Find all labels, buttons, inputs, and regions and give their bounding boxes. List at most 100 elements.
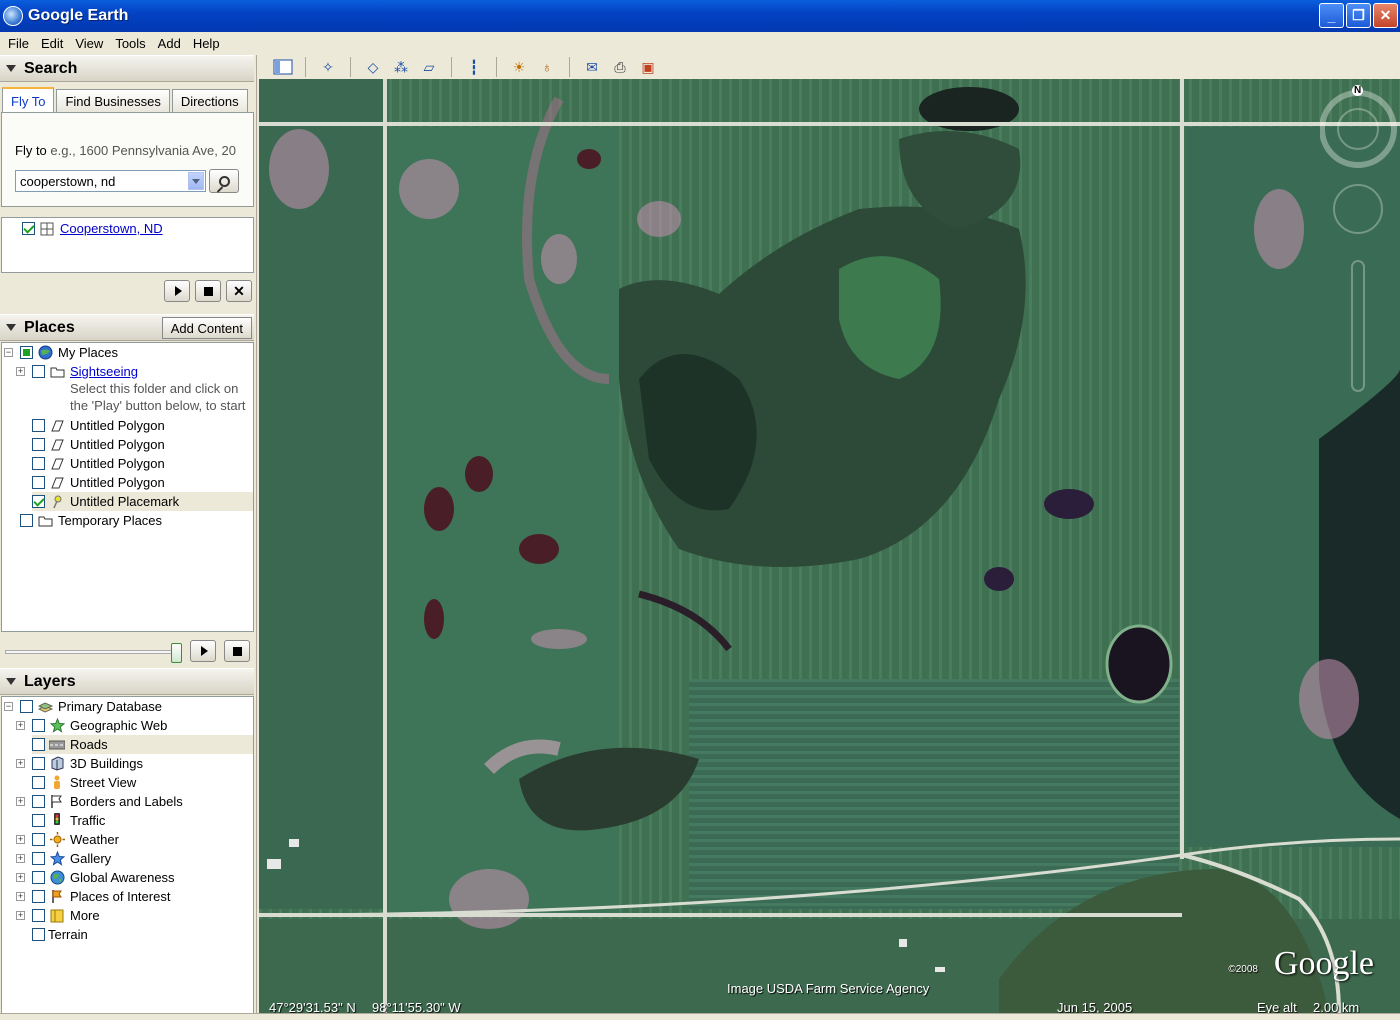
layer-primary-database[interactable]: Primary Database <box>20 697 162 716</box>
title-bar[interactable]: Google Earth _ ❐ ✕ <box>0 0 1400 32</box>
layer-street-view[interactable]: Street View <box>32 773 136 792</box>
tree-item-polygon[interactable]: Untitled Polygon <box>32 416 165 435</box>
checkbox[interactable] <box>32 890 45 903</box>
result-item[interactable]: Cooperstown, ND <box>22 219 163 238</box>
checkbox[interactable] <box>32 476 45 489</box>
dropdown-arrow-icon[interactable] <box>188 172 204 190</box>
checkbox[interactable] <box>32 495 45 508</box>
clear-results-button[interactable]: ✕ <box>226 280 252 302</box>
layer-gallery[interactable]: Gallery <box>32 849 111 868</box>
tree-item-placemark[interactable]: Untitled Placemark <box>32 492 253 511</box>
layer-geographic-web[interactable]: Geographic Web <box>32 716 167 735</box>
tab-find-businesses[interactable]: Find Businesses <box>56 89 170 112</box>
expand-icon[interactable]: + <box>16 854 25 863</box>
layer-more[interactable]: More <box>32 906 100 925</box>
tab-fly-to[interactable]: Fly To <box>2 87 55 113</box>
layer-roads[interactable]: Roads <box>32 735 253 754</box>
checkbox[interactable] <box>32 738 45 751</box>
view-in-maps-button[interactable]: ▣ <box>635 56 661 78</box>
menu-file[interactable]: File <box>2 36 35 51</box>
checkbox[interactable] <box>20 346 33 359</box>
collapse-icon[interactable]: − <box>4 702 13 711</box>
expand-icon[interactable]: + <box>16 911 25 920</box>
checkbox[interactable] <box>32 757 45 770</box>
layer-borders-and-labels[interactable]: Borders and Labels <box>32 792 183 811</box>
sunlight-button[interactable]: ☀ <box>506 56 532 78</box>
layer-traffic[interactable]: Traffic <box>32 811 105 830</box>
expand-icon[interactable]: + <box>16 873 25 882</box>
checkbox[interactable] <box>32 365 45 378</box>
look-joystick-ring[interactable] <box>1320 90 1397 168</box>
checkbox[interactable] <box>32 795 45 808</box>
tree-item-temporary-places[interactable]: Temporary Places <box>20 511 162 530</box>
checkbox[interactable] <box>32 776 45 789</box>
checkbox[interactable] <box>32 419 45 432</box>
print-button[interactable]: ⎙ <box>607 56 633 78</box>
tour-speed-slider[interactable] <box>5 643 182 663</box>
tree-item-polygon[interactable]: Untitled Polygon <box>32 454 165 473</box>
fly-to-input[interactable]: cooperstown, nd <box>15 170 206 192</box>
layer-weather[interactable]: Weather <box>32 830 119 849</box>
slider-thumb[interactable] <box>171 643 182 663</box>
expand-icon[interactable]: + <box>16 759 25 768</box>
add-placemark-button[interactable]: ✧ <box>315 56 341 78</box>
checkbox[interactable] <box>32 909 45 922</box>
maximize-button[interactable]: ❐ <box>1346 3 1371 28</box>
checkbox[interactable] <box>32 457 45 470</box>
search-panel-header[interactable]: Search <box>0 55 254 82</box>
menu-help[interactable]: Help <box>187 36 226 51</box>
checkbox[interactable] <box>32 871 45 884</box>
look-joystick-center[interactable] <box>1337 108 1379 150</box>
checkbox[interactable] <box>20 700 33 713</box>
minimize-button[interactable]: _ <box>1319 3 1344 28</box>
stop-tour-button[interactable] <box>195 280 221 302</box>
checkbox[interactable] <box>32 438 45 451</box>
checkbox[interactable] <box>32 928 45 941</box>
satellite-imagery[interactable] <box>259 79 1400 1013</box>
layer-global-awareness[interactable]: Global Awareness <box>32 868 175 887</box>
email-button[interactable]: ✉ <box>579 56 605 78</box>
menu-tools[interactable]: Tools <box>109 36 151 51</box>
move-joystick[interactable] <box>1333 184 1383 234</box>
close-button[interactable]: ✕ <box>1373 3 1398 28</box>
menu-edit[interactable]: Edit <box>35 36 69 51</box>
layers-panel-header[interactable]: Layers <box>0 668 254 695</box>
checkbox[interactable] <box>32 833 45 846</box>
layer-3d-buildings[interactable]: 3D Buildings <box>32 754 143 773</box>
collapse-icon[interactable]: − <box>4 348 13 357</box>
menu-add[interactable]: Add <box>152 36 187 51</box>
add-content-button[interactable]: Add Content <box>161 317 252 339</box>
map-view[interactable]: N Image USDA Farm Service Agency 47°29'3… <box>259 79 1400 1013</box>
add-polygon-button[interactable]: ◇ <box>360 56 386 78</box>
search-button[interactable] <box>209 169 239 193</box>
ruler-button[interactable]: ┇ <box>461 56 487 78</box>
menu-view[interactable]: View <box>69 36 109 51</box>
checkbox[interactable] <box>32 852 45 865</box>
add-path-button[interactable]: ⁂ <box>388 56 414 78</box>
layer-terrain[interactable]: Terrain <box>32 925 88 944</box>
checkbox[interactable] <box>32 814 45 827</box>
sidebar-toggle-button[interactable] <box>270 56 296 78</box>
expand-icon[interactable]: + <box>16 892 25 901</box>
result-checkbox[interactable] <box>22 222 35 235</box>
stop-places-button[interactable] <box>224 640 250 662</box>
play-tour-button[interactable] <box>164 280 190 302</box>
result-link[interactable]: Cooperstown, ND <box>60 221 163 236</box>
checkbox[interactable] <box>20 514 33 527</box>
tab-directions[interactable]: Directions <box>171 89 248 112</box>
places-panel-header[interactable]: Places Add Content <box>0 314 254 341</box>
zoom-slider[interactable] <box>1351 260 1365 392</box>
expand-icon[interactable]: + <box>16 367 25 376</box>
checkbox[interactable] <box>32 719 45 732</box>
tree-item-polygon[interactable]: Untitled Polygon <box>32 473 165 492</box>
play-places-button[interactable] <box>190 640 216 662</box>
collapse-triangle-icon[interactable] <box>6 324 16 331</box>
collapse-triangle-icon[interactable] <box>6 65 16 72</box>
collapse-triangle-icon[interactable] <box>6 678 16 685</box>
expand-icon[interactable]: + <box>16 797 25 806</box>
layer-places-of-interest[interactable]: Places of Interest <box>32 887 170 906</box>
expand-icon[interactable]: + <box>16 721 25 730</box>
sky-button[interactable]: ♁ <box>534 56 560 78</box>
tree-item-polygon[interactable]: Untitled Polygon <box>32 435 165 454</box>
expand-icon[interactable]: + <box>16 835 25 844</box>
